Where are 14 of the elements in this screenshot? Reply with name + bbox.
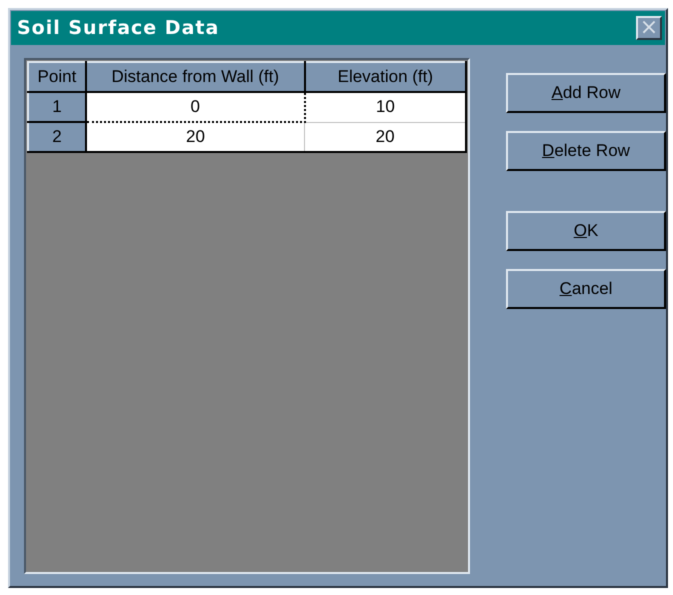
window-title: Soil Surface Data xyxy=(17,17,220,39)
table-cell[interactable]: 0 xyxy=(86,92,305,122)
table-cell[interactable]: 20 xyxy=(304,122,466,152)
column-header: Elevation (ft) xyxy=(304,62,466,92)
row-header[interactable]: 2 xyxy=(28,122,86,152)
row-button[interactable]: Delete Row xyxy=(506,131,666,171)
table-cell[interactable]: 10 xyxy=(304,92,466,122)
table-cell[interactable]: 20 xyxy=(86,122,305,152)
row-header[interactable]: 1 xyxy=(28,92,86,122)
dialog-button[interactable]: OK xyxy=(506,211,666,251)
column-header: Point xyxy=(28,62,86,92)
dialog-button[interactable]: Cancel xyxy=(506,269,666,309)
column-header: Distance from Wall (ft) xyxy=(86,62,305,92)
row-button[interactable]: Add Row xyxy=(506,73,666,113)
